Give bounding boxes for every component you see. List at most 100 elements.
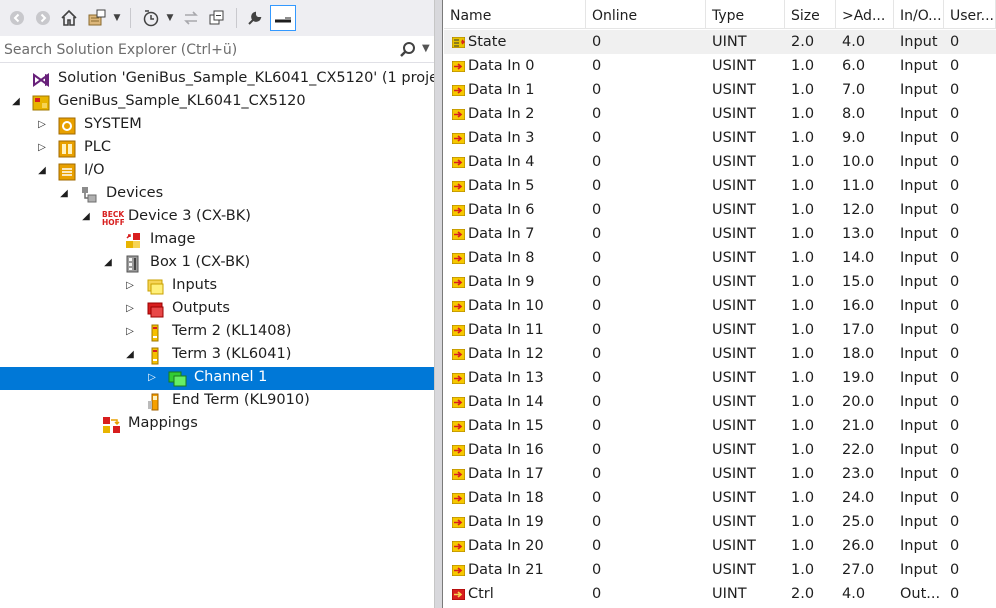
tree-node[interactable]: ▷ Inputs xyxy=(0,275,434,298)
expanded-arrow-icon[interactable]: ◢ xyxy=(36,164,48,178)
table-row[interactable]: Data In 0 0 USINT 1.0 6.0 Input 0 xyxy=(444,54,996,78)
expanded-arrow-icon[interactable]: ◢ xyxy=(102,256,114,270)
cell-online: 0 xyxy=(592,466,602,482)
column-header[interactable]: >Ad... xyxy=(836,0,894,29)
tree-node[interactable]: Mappings xyxy=(0,413,434,436)
column-header[interactable]: Type xyxy=(706,0,785,29)
collapsed-arrow-icon[interactable]: ▷ xyxy=(124,279,136,293)
table-row[interactable]: Data In 11 0 USINT 1.0 17.0 Input 0 xyxy=(444,318,996,342)
collapse-all-icon[interactable] xyxy=(206,6,228,30)
tree-node[interactable]: ▷ SYSTEM xyxy=(0,114,434,137)
home-icon[interactable] xyxy=(58,6,80,30)
table-row[interactable]: Data In 21 0 USINT 1.0 27.0 Input 0 xyxy=(444,558,996,582)
cell-user: 0 xyxy=(950,298,960,314)
tree-node-label: Term 2 (KL1408) xyxy=(172,323,292,339)
cell-user: 0 xyxy=(950,562,960,578)
table-row[interactable]: Data In 18 0 USINT 1.0 24.0 Input 0 xyxy=(444,486,996,510)
table-row[interactable]: Data In 7 0 USINT 1.0 13.0 Input 0 xyxy=(444,222,996,246)
tree-node[interactable]: ◢ Term 3 (KL6041) xyxy=(0,344,434,367)
forward-icon[interactable] xyxy=(32,6,54,30)
cell-addr: 18.0 xyxy=(842,346,875,362)
cell-addr: 16.0 xyxy=(842,298,875,314)
chevron-down-icon[interactable]: ▼ xyxy=(164,6,176,30)
table-row[interactable]: Data In 8 0 USINT 1.0 14.0 Input 0 xyxy=(444,246,996,270)
tree-node[interactable]: Solution 'GeniBus_Sample_KL6041_CX5120' … xyxy=(0,68,434,91)
search-icon[interactable] xyxy=(398,40,418,60)
column-header[interactable]: In/O... xyxy=(894,0,944,29)
tree-node[interactable]: ▷ PLC xyxy=(0,137,434,160)
table-row[interactable]: Data In 14 0 USINT 1.0 20.0 Input 0 xyxy=(444,390,996,414)
io-icon xyxy=(58,163,76,181)
table-row[interactable]: Ctrl 0 UINT 2.0 4.0 Out... 0 xyxy=(444,582,996,606)
tree-node[interactable]: End Term (KL9010) xyxy=(0,390,434,413)
input-var-icon xyxy=(451,420,466,433)
table-row[interactable]: Data In 10 0 USINT 1.0 16.0 Input 0 xyxy=(444,294,996,318)
solution-explorer-toolbar: ▼ ▼ xyxy=(0,0,434,36)
properties-icon[interactable] xyxy=(244,6,266,30)
table-row[interactable]: State 0 UINT 2.0 4.0 Input 0 xyxy=(444,30,996,54)
collapsed-arrow-icon[interactable]: ▷ xyxy=(124,302,136,316)
input-var-icon xyxy=(451,516,466,529)
table-row[interactable]: Data In 4 0 USINT 1.0 10.0 Input 0 xyxy=(444,150,996,174)
table-row[interactable]: Data In 15 0 USINT 1.0 21.0 Input 0 xyxy=(444,414,996,438)
cell-addr: 14.0 xyxy=(842,250,875,266)
tree-node[interactable]: ▷ Channel 1 xyxy=(0,367,434,390)
variables-list: Name Online Type Size >Ad... In/O... User... S… xyxy=(444,0,996,608)
cell-type: USINT xyxy=(712,490,756,506)
pane-splitter[interactable] xyxy=(434,0,443,608)
cell-size: 1.0 xyxy=(791,370,815,386)
table-row[interactable]: Data In 16 0 USINT 1.0 22.0 Input 0 xyxy=(444,438,996,462)
tree-node[interactable]: ▷ Term 2 (KL1408) xyxy=(0,321,434,344)
column-header[interactable]: Size xyxy=(785,0,836,29)
cell-inout: Input xyxy=(900,178,938,194)
table-row[interactable]: Data In 9 0 USINT 1.0 15.0 Input 0 xyxy=(444,270,996,294)
cell-inout: Input xyxy=(900,202,938,218)
table-row[interactable]: Data In 19 0 USINT 1.0 25.0 Input 0 xyxy=(444,510,996,534)
tree-node[interactable]: ◢ GeniBus_Sample_KL6041_CX5120 xyxy=(0,91,434,114)
column-header[interactable]: Name xyxy=(444,0,586,29)
table-row[interactable]: Data In 3 0 USINT 1.0 9.0 Input 0 xyxy=(444,126,996,150)
column-header[interactable]: User... xyxy=(944,0,996,29)
tree-node[interactable]: ◢ Box 1 (CX-BK) xyxy=(0,252,434,275)
tree-node[interactable]: ◢ BECK HOFF Device 3 (CX-BK) xyxy=(0,206,434,229)
cell-name: Data In 18 xyxy=(468,490,544,506)
cell-name: Data In 19 xyxy=(468,514,544,530)
tree-node[interactable]: ◢ Devices xyxy=(0,183,434,206)
collapsed-arrow-icon[interactable]: ▷ xyxy=(124,325,136,339)
switch-views-icon[interactable] xyxy=(86,6,108,30)
input-var-icon xyxy=(451,348,466,361)
search-input[interactable] xyxy=(0,37,390,62)
expanded-arrow-icon[interactable]: ◢ xyxy=(58,187,70,201)
cell-user: 0 xyxy=(950,154,960,170)
tree-node-label: Devices xyxy=(106,185,164,201)
image-icon xyxy=(124,232,142,250)
table-row[interactable]: Data In 5 0 USINT 1.0 11.0 Input 0 xyxy=(444,174,996,198)
tree-node[interactable]: ▷ Outputs xyxy=(0,298,434,321)
table-row[interactable]: Data In 17 0 USINT 1.0 23.0 Input 0 xyxy=(444,462,996,486)
search-options-chevron-icon[interactable]: ▼ xyxy=(422,43,430,54)
table-row[interactable]: Data In 1 0 USINT 1.0 7.0 Input 0 xyxy=(444,78,996,102)
table-row[interactable]: Data In 13 0 USINT 1.0 19.0 Input 0 xyxy=(444,366,996,390)
chevron-down-icon[interactable]: ▼ xyxy=(110,6,124,30)
tree-node[interactable]: Image xyxy=(0,229,434,252)
table-row[interactable]: Data In 12 0 USINT 1.0 18.0 Input 0 xyxy=(444,342,996,366)
preview-icon[interactable] xyxy=(270,5,296,31)
table-row[interactable]: Data In 2 0 USINT 1.0 8.0 Input 0 xyxy=(444,102,996,126)
cell-size: 1.0 xyxy=(791,106,815,122)
pending-changes-icon[interactable] xyxy=(140,6,162,30)
column-header[interactable]: Online xyxy=(586,0,706,29)
terminal-icon xyxy=(146,347,164,365)
collapsed-arrow-icon[interactable]: ▷ xyxy=(36,141,48,155)
tree-node[interactable]: ◢ I/O xyxy=(0,160,434,183)
expanded-arrow-icon[interactable]: ◢ xyxy=(10,95,22,109)
expanded-arrow-icon[interactable]: ◢ xyxy=(124,348,136,362)
table-row[interactable]: Data In 6 0 USINT 1.0 12.0 Input 0 xyxy=(444,198,996,222)
expanded-arrow-icon[interactable]: ◢ xyxy=(80,210,92,224)
collapsed-arrow-icon[interactable]: ▷ xyxy=(36,118,48,132)
back-icon[interactable] xyxy=(6,6,28,30)
cell-user: 0 xyxy=(950,250,960,266)
collapsed-arrow-icon[interactable]: ▷ xyxy=(146,371,158,385)
sync-icon[interactable] xyxy=(180,6,202,30)
table-row[interactable]: Data In 20 0 USINT 1.0 26.0 Input 0 xyxy=(444,534,996,558)
cell-addr: 23.0 xyxy=(842,466,875,482)
